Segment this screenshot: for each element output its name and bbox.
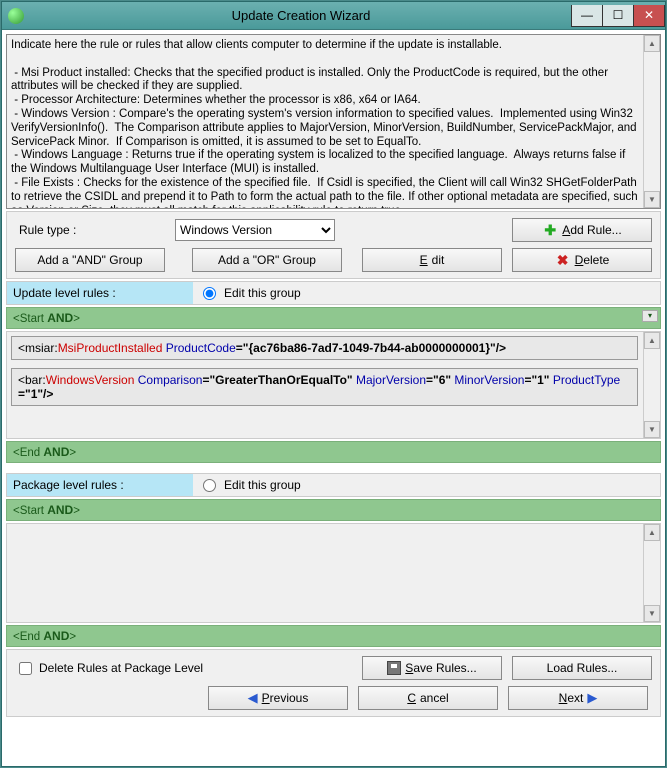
next-button[interactable]: Next ▶ bbox=[508, 686, 648, 710]
close-button[interactable]: ✕ bbox=[633, 5, 665, 27]
add-and-group-button[interactable]: Add a "AND" Group bbox=[15, 248, 165, 272]
controls-panel: Rule type : Windows Version ✚ Add Rule..… bbox=[6, 211, 661, 279]
edit-button[interactable]: Edit bbox=[362, 248, 502, 272]
edit-package-group-radio[interactable] bbox=[203, 479, 216, 492]
update-creation-wizard-window: Update Creation Wizard — ☐ ✕ Indicate he… bbox=[1, 1, 666, 767]
package-level-rules-row: Package level rules : Edit this group bbox=[6, 473, 661, 497]
app-icon bbox=[8, 8, 24, 24]
load-rules-button[interactable]: Load Rules... bbox=[512, 656, 652, 680]
plus-icon: ✚ bbox=[542, 222, 558, 238]
rule-type-label: Rule type : bbox=[15, 223, 165, 237]
titlebar[interactable]: Update Creation Wizard — ☐ ✕ bbox=[2, 2, 665, 30]
save-rules-button[interactable]: Save Rules... bbox=[362, 656, 502, 680]
info-scrollbar[interactable]: ▲ ▼ bbox=[643, 35, 660, 208]
scroll-up-icon[interactable]: ▲ bbox=[644, 524, 660, 541]
package-rules-list: ▲ ▼ bbox=[6, 523, 661, 623]
delete-icon: ✖ bbox=[555, 252, 571, 268]
edit-update-group-radio[interactable] bbox=[203, 287, 216, 300]
update-rules-list: <msiar:MsiProductInstalled ProductCode="… bbox=[6, 331, 661, 439]
arrow-right-icon: ▶ bbox=[587, 690, 597, 706]
delete-rules-pkg-level-checkbox[interactable]: Delete Rules at Package Level bbox=[15, 659, 203, 678]
edit-this-group-label-2: Edit this group bbox=[224, 478, 301, 492]
package-level-rules-label: Package level rules : bbox=[7, 474, 193, 496]
package-start-and-bar[interactable]: <Start AND> bbox=[6, 499, 661, 521]
scroll-up-icon[interactable]: ▲ bbox=[644, 332, 660, 349]
minimize-button[interactable]: — bbox=[571, 5, 603, 27]
cancel-button[interactable]: Cancel bbox=[358, 686, 498, 710]
add-rule-button[interactable]: ✚ Add Rule... bbox=[512, 218, 652, 242]
update-level-rules-row: Update level rules : Edit this group bbox=[6, 281, 661, 305]
previous-button[interactable]: ◀ Previous bbox=[208, 686, 348, 710]
package-end-and-bar[interactable]: <End AND> bbox=[6, 625, 661, 647]
update-rules-scrollbar[interactable]: ▲ ▼ bbox=[643, 332, 660, 438]
scroll-down-icon[interactable]: ▼ bbox=[644, 191, 660, 208]
info-text: Indicate here the rule or rules that all… bbox=[7, 35, 660, 208]
scroll-down-icon[interactable]: ▼ bbox=[644, 421, 660, 438]
info-panel: Indicate here the rule or rules that all… bbox=[6, 34, 661, 209]
add-or-group-button[interactable]: Add a "OR" Group bbox=[192, 248, 342, 272]
rule-type-select[interactable]: Windows Version bbox=[175, 219, 335, 241]
delete-button[interactable]: ✖ Delete bbox=[512, 248, 652, 272]
update-end-and-bar[interactable]: <End AND> bbox=[6, 441, 661, 463]
collapse-icon[interactable]: ▾ bbox=[642, 310, 658, 322]
rule-item-winver[interactable]: <bar:WindowsVersion Comparison="GreaterT… bbox=[11, 368, 638, 406]
maximize-button[interactable]: ☐ bbox=[602, 5, 634, 27]
window-title: Update Creation Wizard bbox=[30, 8, 572, 23]
scroll-down-icon[interactable]: ▼ bbox=[644, 605, 660, 622]
scroll-up-icon[interactable]: ▲ bbox=[644, 35, 660, 52]
package-rules-scrollbar[interactable]: ▲ ▼ bbox=[643, 524, 660, 622]
update-level-rules-label: Update level rules : bbox=[7, 282, 193, 304]
footer-panel: Delete Rules at Package Level Save Rules… bbox=[6, 649, 661, 717]
arrow-left-icon: ◀ bbox=[248, 690, 258, 706]
save-icon bbox=[387, 661, 401, 675]
edit-this-group-label-1: Edit this group bbox=[224, 286, 301, 300]
rule-item-msi[interactable]: <msiar:MsiProductInstalled ProductCode="… bbox=[11, 336, 638, 360]
update-start-and-bar[interactable]: <Start AND> ▾ bbox=[6, 307, 661, 329]
